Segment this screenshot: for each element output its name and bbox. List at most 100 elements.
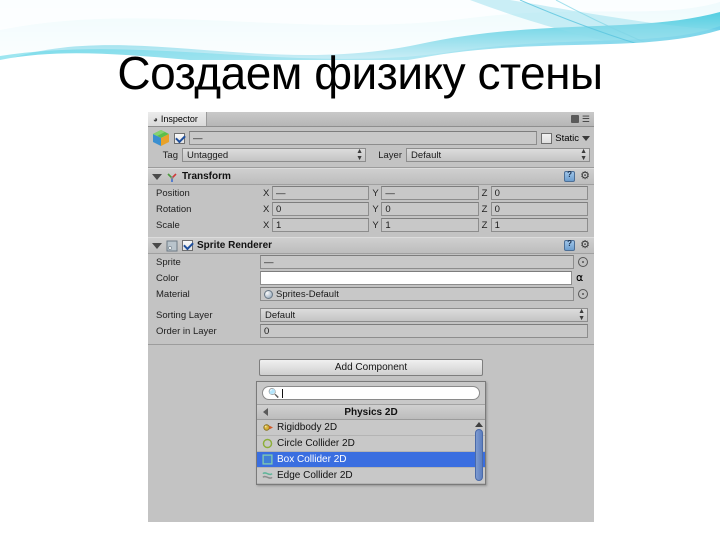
scale-label: Scale	[156, 219, 180, 231]
position-x-field[interactable]: —	[272, 186, 370, 200]
help-icon[interactable]	[564, 170, 576, 182]
static-toggle[interactable]: Static	[541, 132, 590, 144]
sorting-layer-dropdown[interactable]: Default ▲ ▼	[260, 308, 588, 322]
unity-inspector-window: ◕ Inspector ☰ — Static Tag Untagged ▲ ▼ …	[148, 112, 594, 522]
component-list: Rigidbody 2D Circle Collider 2D Box Coll…	[257, 420, 485, 484]
gameobject-header: — Static Tag Untagged ▲ ▼ Layer Default ▲…	[148, 127, 594, 168]
position-y-field[interactable]: —	[381, 186, 479, 200]
rotation-y-field[interactable]: 0	[381, 202, 479, 216]
sprite-object-picker-icon[interactable]	[578, 257, 588, 267]
list-item-label: Rigidbody 2D	[277, 422, 338, 433]
tab-inspector[interactable]: ◕ Inspector	[148, 112, 207, 126]
list-item[interactable]: Circle Collider 2D	[257, 436, 485, 452]
material-object-picker-icon[interactable]	[578, 289, 588, 299]
sprite-label: Sprite	[156, 256, 181, 268]
component-menu-title: Physics 2D	[344, 406, 398, 418]
position-z-field[interactable]: 0	[490, 186, 588, 200]
component-list-scrollbar[interactable]	[474, 421, 484, 483]
scroll-up-arrow-icon[interactable]	[475, 422, 483, 427]
transform-rotation-row: Rotation X 0 Y 0 Z 0	[148, 201, 594, 217]
eyedropper-icon[interactable]: ⍺	[576, 272, 588, 284]
order-in-layer-label: Order in Layer	[156, 325, 217, 337]
search-icon: 🔍	[268, 387, 280, 398]
axis-x-label: X	[263, 203, 270, 215]
list-item-label: Edge Collider 2D	[277, 470, 353, 481]
tag-dropdown[interactable]: Untagged ▲ ▼	[182, 148, 366, 162]
layer-dropdown-arrow-icon: ▲ ▼	[580, 148, 587, 162]
tag-layer-row: Tag Untagged ▲ ▼ Layer Default ▲ ▼	[148, 147, 594, 165]
component-header-sprite-renderer[interactable]: Sprite Renderer ⚙	[148, 237, 594, 254]
sprite-renderer-enabled-checkbox[interactable]	[182, 240, 193, 251]
layer-dropdown[interactable]: Default ▲ ▼	[406, 148, 590, 162]
axis-y-label: Y	[372, 187, 379, 199]
order-in-layer-row: Order in Layer 0	[148, 323, 594, 339]
chevron-down-icon[interactable]	[582, 135, 590, 141]
color-row: Color ⍺	[148, 270, 594, 286]
add-component-button[interactable]: Add Component	[259, 359, 483, 376]
edge-collider-2d-icon	[262, 472, 273, 479]
inspector-icon: ◕	[153, 114, 158, 124]
component-header-transform[interactable]: Transform ⚙	[148, 168, 594, 185]
transform-position-row: Position X — Y — Z 0	[148, 185, 594, 201]
scale-y-field[interactable]: 1	[381, 218, 479, 232]
axis-z-label: Z	[481, 219, 488, 231]
order-in-layer-field[interactable]: 0	[260, 324, 588, 338]
sorting-layer-label: Sorting Layer	[156, 309, 213, 321]
tag-dropdown-arrow-icon: ▲ ▼	[356, 148, 363, 162]
layer-value: Default	[411, 149, 442, 161]
foldout-arrow-icon[interactable]	[152, 173, 162, 180]
options-menu-icon[interactable]: ☰	[582, 114, 590, 124]
help-icon[interactable]	[564, 239, 576, 251]
foldout-arrow-icon[interactable]	[152, 242, 162, 249]
color-swatch-field[interactable]	[260, 271, 572, 285]
sorting-layer-row: Sorting Layer Default ▲ ▼	[148, 307, 594, 323]
position-label: Position	[156, 187, 190, 199]
component-header-controls-sprite-renderer: ⚙	[564, 239, 590, 251]
transform-axis-icon	[167, 172, 177, 182]
component-search-input[interactable]: 🔍	[262, 386, 480, 400]
circle-collider-2d-icon	[262, 438, 273, 449]
scale-x-field[interactable]: 1	[272, 218, 370, 232]
gameobject-name-field[interactable]: —	[189, 131, 538, 145]
scrollbar-thumb[interactable]	[475, 429, 483, 481]
sprite-renderer-body: Sprite — Color ⍺ Material Sprites-Defaul…	[148, 254, 594, 345]
transform-scale-row: Scale X 1 Y 1 Z 1	[148, 217, 594, 233]
text-cursor	[282, 388, 284, 398]
list-item[interactable]: Edge Collider 2D	[257, 468, 485, 484]
axis-x-label: X	[263, 219, 270, 231]
sprite-renderer-icon	[166, 240, 178, 251]
axis-z-label: Z	[481, 187, 488, 199]
material-object-field[interactable]: Sprites-Default	[260, 287, 574, 301]
scale-z-field[interactable]: 1	[490, 218, 588, 232]
sprite-object-field[interactable]: —	[260, 255, 574, 269]
material-row: Material Sprites-Default	[148, 286, 594, 302]
inspector-tabstrip: ◕ Inspector ☰	[148, 112, 594, 127]
gear-icon[interactable]: ⚙	[580, 171, 590, 182]
component-menu-header[interactable]: Physics 2D	[257, 405, 485, 420]
rotation-z-field[interactable]: 0	[490, 202, 588, 216]
component-search-wrap: 🔍	[257, 382, 485, 405]
axis-y-label: Y	[372, 203, 379, 215]
tag-value: Untagged	[187, 149, 229, 161]
gameobject-cube-icon	[153, 130, 169, 146]
color-label: Color	[156, 272, 179, 284]
list-item[interactable]: Rigidbody 2D	[257, 420, 485, 436]
list-item[interactable]: Box Collider 2D	[257, 452, 485, 468]
material-ball-icon	[264, 289, 273, 299]
page-title: Создаем физику стены	[117, 47, 603, 99]
sorting-layer-dropdown-arrow-icon: ▲ ▼	[578, 308, 585, 322]
transform-body: Position X — Y — Z 0 Rotation X 0 Y 0 Z …	[148, 185, 594, 237]
static-checkbox[interactable]	[541, 132, 553, 144]
rotation-x-field[interactable]: 0	[272, 202, 370, 216]
tag-label: Tag	[162, 149, 178, 161]
add-component-dropdown: 🔍 Physics 2D Rigidbody 2D Circle Collide…	[256, 381, 486, 485]
rigidbody-2d-icon	[263, 424, 273, 431]
gameobject-name-row: — Static	[148, 127, 594, 147]
lock-icon[interactable]	[570, 115, 579, 123]
gameobject-enabled-checkbox[interactable]	[174, 132, 185, 144]
layer-label: Layer	[378, 149, 402, 161]
gear-icon[interactable]: ⚙	[580, 240, 590, 251]
component-title-transform: Transform	[182, 171, 231, 182]
tabstrip-filler	[206, 112, 571, 126]
tab-inspector-label: Inspector	[160, 114, 198, 124]
